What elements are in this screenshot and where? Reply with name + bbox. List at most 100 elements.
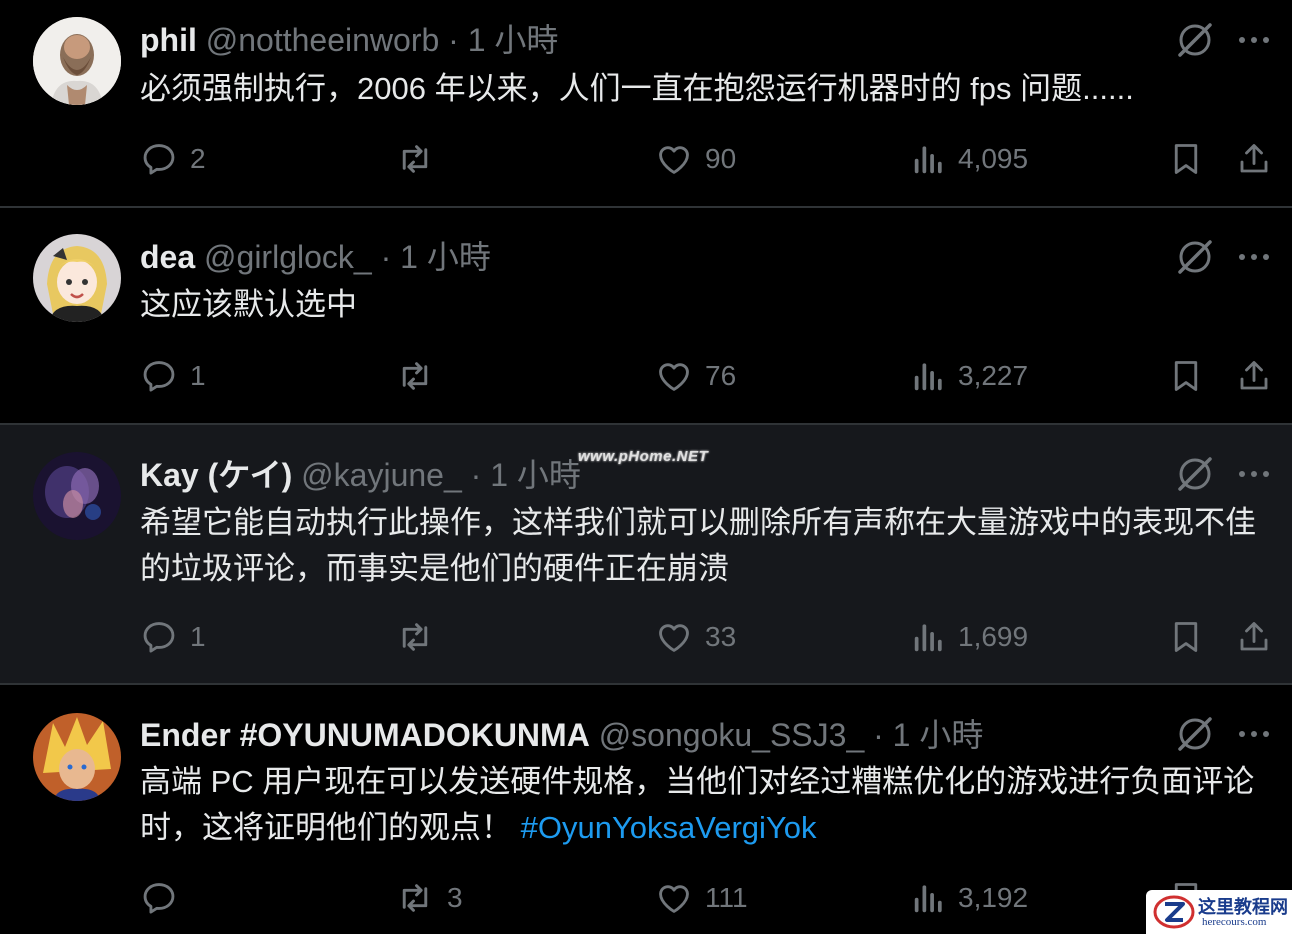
avatar-photo bbox=[33, 234, 121, 322]
reply-count: 1 bbox=[190, 360, 206, 391]
user-handle[interactable]: @nottheeinworb bbox=[206, 22, 440, 58]
bookmark-icon bbox=[1174, 361, 1198, 391]
avatar[interactable] bbox=[33, 713, 121, 801]
avatar-photo bbox=[33, 713, 121, 801]
repost-button[interactable] bbox=[395, 356, 447, 396]
views-icon bbox=[914, 624, 942, 652]
grok-icon[interactable] bbox=[1175, 237, 1215, 277]
post-text: 这应该默认选中 bbox=[140, 282, 1270, 328]
display-name[interactable]: dea bbox=[140, 239, 195, 275]
share-button[interactable] bbox=[1236, 139, 1272, 179]
views-count: 1,699 bbox=[958, 621, 1029, 652]
reply-button[interactable]: 2 bbox=[140, 139, 206, 179]
user-handle[interactable]: @girlglock_ bbox=[204, 239, 372, 275]
reply-count: 1 bbox=[190, 621, 206, 652]
reply-icon bbox=[143, 144, 175, 175]
views-count: 3,227 bbox=[958, 360, 1029, 391]
like-button[interactable]: 33 bbox=[655, 617, 736, 657]
post-text-content: 希望它能自动执行此操作，这样我们就可以删除所有声称在大量游戏中的表现不佳的垃圾评… bbox=[140, 505, 1256, 586]
post-header: phil @nottheeinworb · 1 小時 bbox=[140, 20, 558, 60]
separator-dot: · bbox=[448, 22, 459, 58]
share-button[interactable] bbox=[1236, 356, 1272, 396]
post-text-content: 必须强制执行，2006 年以来，人们一直在抱怨运行机器时的 fps 问题....… bbox=[140, 71, 1134, 106]
display-name[interactable]: Kay (ケイ) bbox=[140, 457, 292, 493]
views-count: 4,095 bbox=[958, 143, 1029, 174]
more-icon[interactable] bbox=[1237, 237, 1271, 277]
repost-count: 3 bbox=[447, 882, 463, 913]
bookmark-button[interactable] bbox=[1168, 356, 1204, 396]
display-name[interactable]: phil bbox=[140, 22, 197, 58]
timestamp[interactable]: 1 小時 bbox=[468, 22, 559, 58]
grok-icon[interactable] bbox=[1175, 714, 1215, 754]
separator-dot: · bbox=[470, 457, 482, 493]
grok-icon[interactable] bbox=[1175, 20, 1215, 60]
share-button[interactable] bbox=[1236, 617, 1272, 657]
post-header: Ender #OYUNUMADOKUNMA @songoku_SSJ3_ · 1… bbox=[140, 715, 983, 755]
bookmark-icon bbox=[1174, 622, 1198, 652]
watermark-url: herecours.com bbox=[1202, 916, 1267, 928]
watermark-logo-icon bbox=[1153, 895, 1195, 929]
reply-icon bbox=[143, 622, 175, 653]
bookmark-icon bbox=[1174, 144, 1198, 174]
bookmark-button[interactable] bbox=[1168, 617, 1204, 657]
post-text: 希望它能自动执行此操作，这样我们就可以删除所有声称在大量游戏中的表现不佳的垃圾评… bbox=[140, 500, 1270, 592]
like-icon bbox=[659, 363, 689, 391]
share-icon bbox=[1240, 361, 1268, 390]
like-button[interactable]: 90 bbox=[655, 139, 736, 179]
like-button[interactable]: 111 bbox=[655, 878, 748, 918]
like-icon bbox=[659, 624, 689, 652]
timestamp[interactable]: 1 小時 bbox=[893, 717, 984, 753]
avatar[interactable] bbox=[33, 17, 121, 105]
more-icon[interactable] bbox=[1237, 20, 1271, 60]
post-1[interactable]: phil @nottheeinworb · 1 小時 必须强制执行，2006 年… bbox=[0, 0, 1292, 207]
views-button[interactable]: 1,699 bbox=[912, 617, 1028, 657]
repost-icon bbox=[402, 623, 428, 651]
timestamp[interactable]: 1 小時 bbox=[400, 239, 491, 275]
avatar[interactable] bbox=[33, 452, 121, 540]
separator-dot: · bbox=[380, 239, 392, 275]
display-name[interactable]: Ender #OYUNUMADOKUNMA bbox=[140, 717, 590, 753]
avatar[interactable] bbox=[33, 234, 121, 322]
repost-icon bbox=[402, 145, 428, 173]
like-icon bbox=[659, 885, 689, 913]
repost-button[interactable] bbox=[395, 617, 447, 657]
hashtag-link[interactable]: #OyunYoksaVergiYok bbox=[521, 810, 817, 845]
more-icon[interactable] bbox=[1237, 714, 1271, 754]
views-icon bbox=[914, 146, 942, 174]
bookmark-button[interactable] bbox=[1168, 139, 1204, 179]
like-count: 33 bbox=[705, 621, 737, 652]
watermark-badge: 这里教程网 herecours.com bbox=[1146, 890, 1292, 934]
reply-count: 2 bbox=[190, 143, 206, 174]
reply-button[interactable] bbox=[140, 878, 190, 918]
post-text: 必须强制执行，2006 年以来，人们一直在抱怨运行机器时的 fps 问题....… bbox=[140, 66, 1270, 112]
repost-icon bbox=[402, 884, 428, 912]
views-icon bbox=[914, 885, 942, 913]
share-icon bbox=[1240, 144, 1268, 173]
repost-button[interactable] bbox=[395, 139, 447, 179]
views-button[interactable]: 4,095 bbox=[912, 139, 1028, 179]
reply-button[interactable]: 1 bbox=[140, 617, 206, 657]
reply-icon bbox=[143, 361, 175, 392]
repost-icon bbox=[402, 362, 428, 390]
grok-icon[interactable] bbox=[1175, 454, 1215, 494]
post-header: Kay (ケイ) @kayjune_ · 1 小時 bbox=[140, 455, 581, 495]
user-handle[interactable]: @songoku_SSJ3_ bbox=[599, 717, 865, 753]
like-count: 90 bbox=[705, 143, 737, 174]
timestamp[interactable]: 1 小時 bbox=[490, 457, 581, 493]
views-count: 3,192 bbox=[958, 882, 1029, 913]
separator-dot: · bbox=[873, 717, 884, 753]
post-4[interactable]: Ender #OYUNUMADOKUNMA @songoku_SSJ3_ · 1… bbox=[0, 685, 1292, 934]
views-button[interactable]: 3,192 bbox=[912, 878, 1028, 918]
user-handle[interactable]: @kayjune_ bbox=[301, 457, 462, 493]
reply-button[interactable]: 1 bbox=[140, 356, 206, 396]
post-2[interactable]: dea @girlglock_ · 1 小時 这应该默认选中 1 76 3,22… bbox=[0, 208, 1292, 423]
like-count: 76 bbox=[705, 360, 737, 391]
like-button[interactable]: 76 bbox=[655, 356, 736, 396]
post-text: 高端 PC 用户现在可以发送硬件规格，当他们对经过糟糕优化的游戏进行负面评论时，… bbox=[140, 759, 1270, 851]
views-button[interactable]: 3,227 bbox=[912, 356, 1028, 396]
share-icon bbox=[1240, 622, 1268, 651]
views-icon bbox=[914, 363, 942, 391]
like-count: 111 bbox=[705, 882, 748, 913]
repost-button[interactable]: 3 bbox=[395, 878, 463, 918]
more-icon[interactable] bbox=[1237, 454, 1271, 494]
